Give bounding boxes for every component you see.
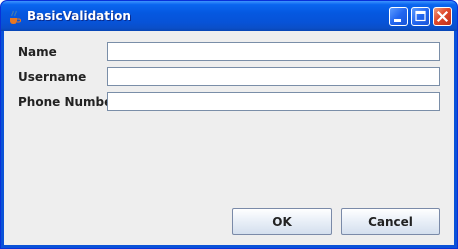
- name-label: Name: [18, 45, 57, 59]
- username-field[interactable]: [107, 67, 440, 86]
- title-bar[interactable]: BasicValidation: [1, 1, 457, 31]
- phone-number-field[interactable]: [107, 92, 440, 111]
- cancel-button[interactable]: Cancel: [341, 208, 440, 235]
- app-window: BasicValidation Name Username Phone Numb…: [0, 0, 458, 249]
- close-icon: [436, 10, 449, 23]
- minimize-icon: [394, 19, 401, 22]
- phone-number-label: Phone Number: [18, 95, 119, 109]
- java-cup-icon: [6, 9, 22, 25]
- name-field[interactable]: [107, 42, 440, 61]
- ok-button[interactable]: OK: [232, 208, 332, 235]
- minimize-button[interactable]: [389, 7, 408, 26]
- window-title: BasicValidation: [27, 9, 131, 23]
- close-button[interactable]: [433, 7, 452, 26]
- dialog-content: Name Username Phone Number OK Cancel: [4, 31, 454, 245]
- username-label: Username: [18, 70, 87, 84]
- maximize-icon: [415, 10, 426, 22]
- maximize-button[interactable]: [411, 7, 430, 26]
